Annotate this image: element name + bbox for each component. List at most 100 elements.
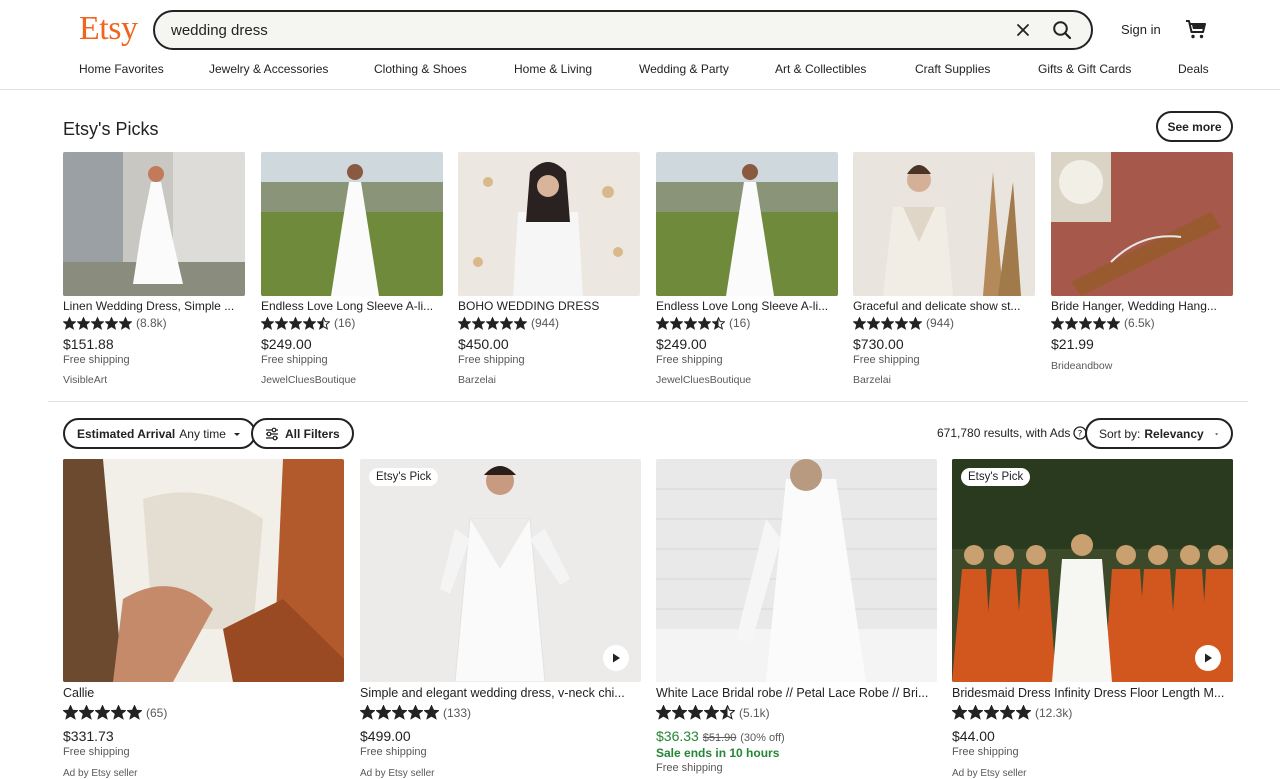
shop-name[interactable]: Barzelai: [458, 374, 640, 386]
star-full-icon: [968, 705, 983, 720]
star-full-icon: [500, 316, 513, 330]
product-title[interactable]: Bride Hanger, Wedding Hang...: [1051, 299, 1233, 313]
product-image[interactable]: [1051, 152, 1233, 296]
star-full-icon: [672, 705, 687, 720]
product-image[interactable]: [63, 152, 245, 296]
shipping-label: Free shipping: [360, 746, 427, 758]
review-count: (65): [146, 705, 168, 720]
pick-card[interactable]: Endless Love Long Sleeve A-li... (16) $2…: [261, 152, 443, 386]
estimated-arrival-filter[interactable]: Estimated Arrival Any time: [63, 418, 256, 449]
pick-card[interactable]: BOHO WEDDING DRESS (944) $450.00 Free sh…: [458, 152, 640, 386]
pick-card[interactable]: Graceful and delicate show st... (944) $…: [853, 152, 1035, 386]
nav-item-home-living[interactable]: Home & Living: [514, 62, 592, 76]
star-full-icon: [656, 316, 669, 330]
star-full-icon: [392, 705, 407, 720]
star-full-icon: [881, 316, 894, 330]
product-image[interactable]: Etsy's Pick: [952, 459, 1233, 682]
sort-by-dropdown[interactable]: Sort by: Relevancy: [1085, 418, 1233, 449]
original-price: $51.90: [702, 732, 737, 744]
star-full-icon: [514, 316, 527, 330]
review-count: (8.8k): [136, 316, 167, 330]
listing-card[interactable]: Etsy's Pick Bridesmaid Dress Infinity Dr…: [952, 459, 1233, 758]
nav-item-art-collectibles[interactable]: Art & Collectibles: [775, 62, 866, 76]
play-video-button[interactable]: [1195, 645, 1221, 671]
all-filters-button[interactable]: All Filters: [251, 418, 354, 449]
nav-item-wedding-party[interactable]: Wedding & Party: [639, 62, 729, 76]
listing-card[interactable]: Callie (65) $331.73 Free shipping: [63, 459, 344, 758]
star-full-icon: [63, 705, 78, 720]
star-full-icon: [656, 705, 671, 720]
play-video-button[interactable]: [603, 645, 629, 671]
play-icon: [1205, 653, 1212, 663]
sign-in-link[interactable]: Sign in: [1121, 22, 1161, 37]
star-full-icon: [704, 705, 719, 720]
product-image[interactable]: [458, 152, 640, 296]
product-title[interactable]: Endless Love Long Sleeve A-li...: [656, 299, 838, 313]
rating: (8.8k): [63, 316, 245, 330]
product-title[interactable]: Simple and elegant wedding dress, v-neck…: [360, 686, 641, 700]
pick-card[interactable]: Bride Hanger, Wedding Hang... (6.5k) $21…: [1051, 152, 1233, 372]
search-bar: [153, 10, 1093, 50]
price-row: $36.33 $51.90 (30% off): [656, 728, 937, 744]
rating: (944): [853, 316, 1035, 330]
pick-card[interactable]: Linen Wedding Dress, Simple ... (8.8k) $…: [63, 152, 245, 386]
product-image[interactable]: [63, 459, 344, 682]
star-full-icon: [1065, 316, 1078, 330]
shop-name[interactable]: JewelCluesBoutique: [261, 374, 443, 386]
shop-name[interactable]: Barzelai: [853, 374, 1035, 386]
star-full-icon: [408, 705, 423, 720]
star-full-icon: [458, 316, 471, 330]
rating: (65): [63, 705, 344, 720]
shipping-label: Free shipping: [656, 354, 723, 366]
shop-name[interactable]: VisibleArt: [63, 374, 245, 386]
product-image[interactable]: [853, 152, 1035, 296]
product-image[interactable]: [261, 152, 443, 296]
star-full-icon: [472, 316, 485, 330]
product-title[interactable]: Bridesmaid Dress Infinity Dress Floor Le…: [952, 686, 1233, 700]
star-full-icon: [111, 705, 126, 720]
product-title[interactable]: Callie: [63, 686, 344, 700]
results-count: 671,780 results, with Ads ?: [937, 426, 1088, 440]
review-count: (944): [926, 316, 955, 330]
filter-value: Any time: [179, 426, 226, 441]
product-title[interactable]: Linen Wedding Dress, Simple ...: [63, 299, 245, 313]
nav-item-craft-supplies[interactable]: Craft Supplies: [915, 62, 990, 76]
nav-item-gifts-gift-cards[interactable]: Gifts & Gift Cards: [1038, 62, 1131, 76]
rating: (944): [458, 316, 640, 330]
clear-search-button[interactable]: [1010, 17, 1036, 43]
star-full-icon: [275, 316, 288, 330]
star-full-icon: [289, 316, 302, 330]
listing-card[interactable]: White Lace Bridal robe // Petal Lace Rob…: [656, 459, 937, 774]
review-count: (16): [334, 316, 356, 330]
shop-name[interactable]: Brideandbow: [1051, 360, 1233, 372]
product-image[interactable]: [656, 152, 838, 296]
listing-card[interactable]: Etsy's Pick Simple and elegant wedding d…: [360, 459, 641, 758]
product-title[interactable]: BOHO WEDDING DRESS: [458, 299, 640, 313]
nav-item-deals[interactable]: Deals: [1178, 62, 1209, 76]
star-full-icon: [105, 316, 118, 330]
nav-item-jewelry-accessories[interactable]: Jewelry & Accessories: [209, 62, 328, 76]
star-full-icon: [1079, 316, 1092, 330]
product-price: $730.00: [853, 336, 904, 352]
star-half-icon: [720, 705, 735, 720]
product-title[interactable]: Graceful and delicate show st...: [853, 299, 1035, 313]
star-full-icon: [360, 705, 375, 720]
shop-name[interactable]: JewelCluesBoutique: [656, 374, 838, 386]
product-title[interactable]: White Lace Bridal robe // Petal Lace Rob…: [656, 686, 937, 700]
search-button[interactable]: [1048, 16, 1076, 44]
nav-item-clothing-shoes[interactable]: Clothing & Shoes: [374, 62, 467, 76]
product-title[interactable]: Endless Love Long Sleeve A-li...: [261, 299, 443, 313]
see-more-button[interactable]: See more: [1156, 111, 1233, 142]
cart-button[interactable]: [1184, 17, 1210, 43]
product-image[interactable]: [656, 459, 937, 682]
etsy-logo[interactable]: Etsy: [79, 10, 138, 48]
star-full-icon: [1093, 316, 1106, 330]
discount-label: (30% off): [740, 732, 785, 744]
pick-card[interactable]: Endless Love Long Sleeve A-li... (16) $2…: [656, 152, 838, 386]
search-input[interactable]: [171, 12, 991, 48]
star-full-icon: [127, 705, 142, 720]
star-full-icon: [424, 705, 439, 720]
caret-down-icon: [233, 432, 240, 436]
nav-item-home-favorites[interactable]: Home Favorites: [79, 62, 164, 76]
product-image[interactable]: Etsy's Pick: [360, 459, 641, 682]
